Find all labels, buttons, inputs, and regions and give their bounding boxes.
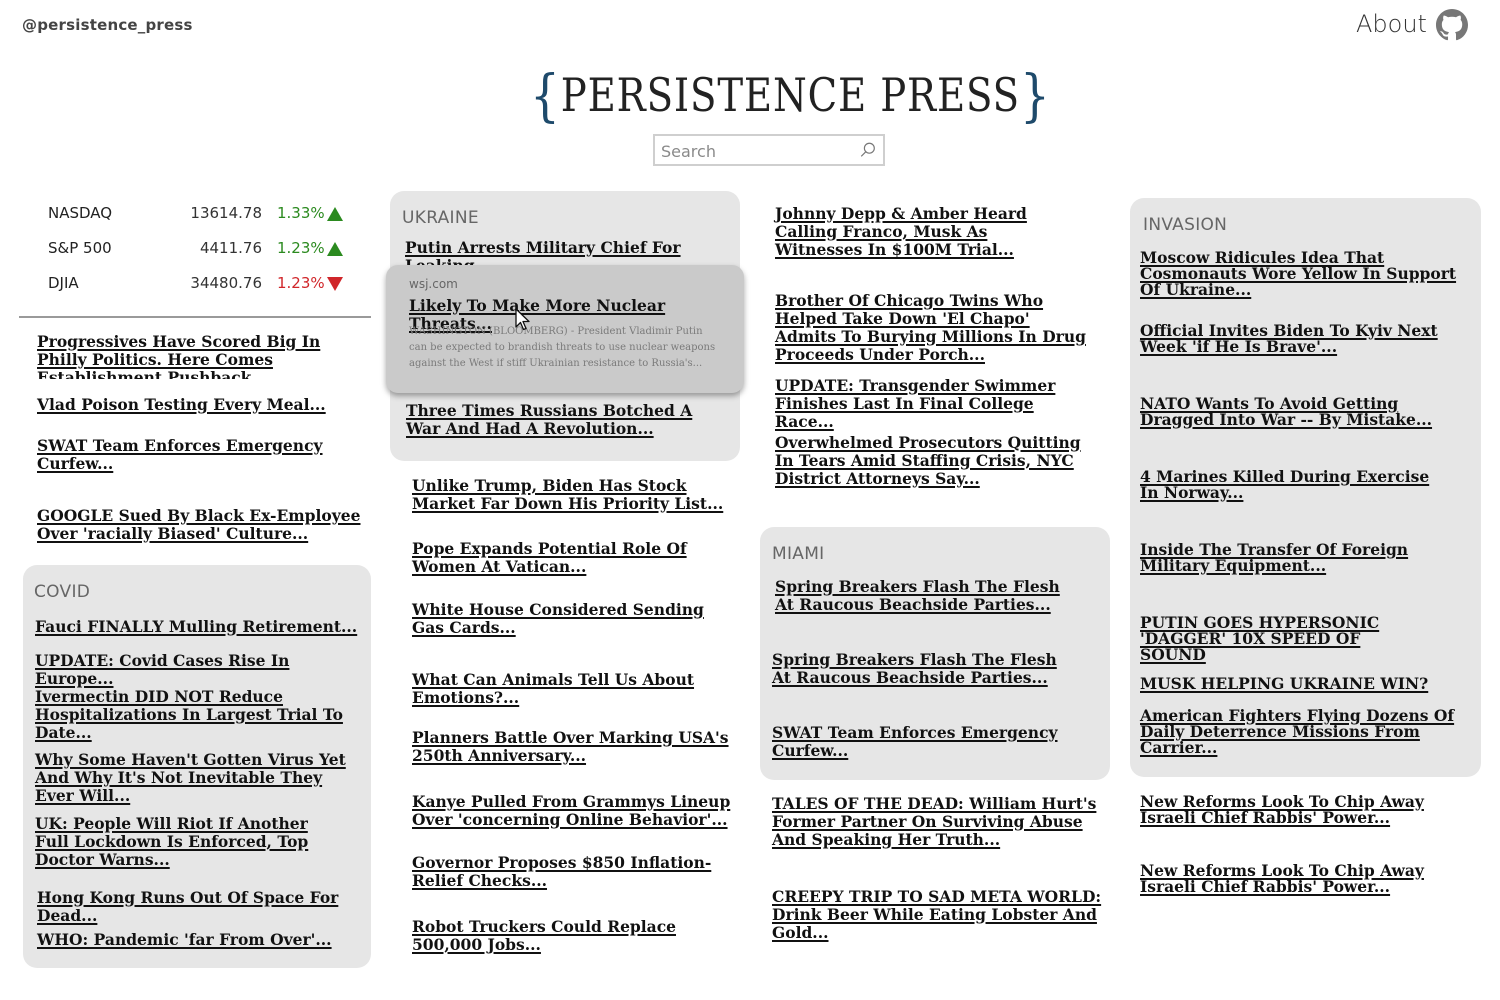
- headline-link[interactable]: SWAT Team Enforces Emergency Curfew...: [37, 437, 337, 473]
- section-title-miami: MIAMI: [772, 544, 825, 564]
- headline-preview-card[interactable]: wsj.com Likely To Make More Nuclear Thre…: [386, 265, 744, 393]
- section-title-invasion: INVASION: [1143, 215, 1228, 235]
- headline-link[interactable]: PUTIN GOES HYPERSONIC 'DAGGER' 10X SPEED…: [1140, 615, 1420, 663]
- ticker-name: NASDAQ: [48, 204, 113, 222]
- headline-link[interactable]: Planners Battle Over Marking USA's 250th…: [412, 729, 737, 765]
- headline-link[interactable]: Johnny Depp & Amber Heard Calling Franco…: [775, 205, 1075, 259]
- arrow-up-icon: [327, 207, 343, 221]
- headline-link[interactable]: Overwhelmed Prosecutors Quitting In Tear…: [775, 434, 1085, 488]
- site-logo[interactable]: {PERSISTENCE PRESS}: [530, 60, 1050, 129]
- ticker-sp500: S&P 500 4411.76 1.23%: [48, 237, 348, 261]
- headline-link[interactable]: Hong Kong Runs Out Of Space For Dead...: [37, 889, 367, 925]
- headline-link[interactable]: What Can Animals Tell Us About Emotions?…: [412, 671, 702, 707]
- ticker-name: DJIA: [48, 274, 79, 292]
- ticker-change: 1.23%: [277, 239, 325, 257]
- ticker-djia: DJIA 34480.76 1.23%: [48, 272, 348, 296]
- headline-link[interactable]: NATO Wants To Avoid Getting Dragged Into…: [1140, 396, 1450, 428]
- headline-link[interactable]: CREEPY TRIP TO SAD META WORLD: Drink Bee…: [772, 888, 1107, 942]
- about-link[interactable]: About: [1356, 10, 1427, 38]
- headline-link[interactable]: SWAT Team Enforces Emergency Curfew...: [772, 724, 1072, 760]
- section-title-covid: COVID: [34, 582, 91, 602]
- logo-brace-open: {: [530, 64, 561, 129]
- ticker-value: 4411.76: [199, 239, 262, 257]
- logo-brace-close: }: [1019, 64, 1051, 129]
- github-icon[interactable]: [1436, 9, 1468, 41]
- headline-link[interactable]: Fauci FINALLY Mulling Retirement...: [35, 618, 365, 636]
- ticker-change: 1.33%: [277, 204, 325, 222]
- headline-link[interactable]: UK: People Will Riot If Another Full Loc…: [35, 815, 335, 869]
- headline-link[interactable]: Why Some Haven't Gotten Virus Yet And Wh…: [35, 751, 365, 805]
- headline-link[interactable]: Vlad Poison Testing Every Meal...: [37, 396, 357, 414]
- logo-text: PERSISTENCE PRESS: [560, 68, 1020, 122]
- headline-link[interactable]: Governor Proposes $850 Inflation-Relief …: [412, 854, 732, 890]
- headline-link[interactable]: Inside The Transfer Of Foreign Military …: [1140, 542, 1450, 574]
- headline-link[interactable]: Spring Breakers Flash The Flesh At Rauco…: [772, 651, 1072, 687]
- headline-link[interactable]: Robot Truckers Could Replace 500,000 Job…: [412, 918, 712, 954]
- search-input[interactable]: [659, 137, 853, 165]
- headline-link[interactable]: Moscow Ridicules Idea That Cosmonauts Wo…: [1140, 250, 1475, 298]
- ticker-value: 13614.78: [190, 204, 262, 222]
- headline-link[interactable]: American Fighters Flying Dozens Of Daily…: [1140, 708, 1475, 756]
- preview-snippet: WASHINGTON (BLOOMBERG) - President Vladi…: [409, 326, 716, 369]
- headline-link[interactable]: Ivermectin DID NOT Reduce Hospitalizatio…: [35, 688, 365, 742]
- ticker-value: 34480.76: [190, 274, 262, 292]
- ticker-nasdaq: NASDAQ 13614.78 1.33%: [48, 202, 348, 226]
- headline-link[interactable]: WHO: Pandemic 'far From Over'...: [37, 931, 367, 949]
- mouse-cursor-icon: [515, 308, 530, 331]
- headline-link[interactable]: TALES OF THE DEAD: William Hurt's Former…: [772, 795, 1097, 849]
- headline-link[interactable]: MUSK HELPING UKRAINE WIN?: [1140, 676, 1470, 692]
- headline-link[interactable]: 4 Marines Killed During Exercise In Norw…: [1140, 469, 1440, 501]
- preview-source: wsj.com: [409, 277, 458, 291]
- arrow-up-icon: [327, 242, 343, 256]
- headline-link[interactable]: UPDATE: Transgender Swimmer Finishes Las…: [775, 377, 1095, 431]
- headline-link[interactable]: UPDATE: Covid Cases Rise In Europe...: [35, 652, 365, 688]
- search-icon[interactable]: [859, 141, 877, 159]
- headline-link[interactable]: GOOGLE Sued By Black Ex-Employee Over 'r…: [37, 507, 362, 543]
- ticker-change: 1.23%: [277, 274, 325, 292]
- headline-link[interactable]: Spring Breakers Flash The Flesh At Rauco…: [775, 578, 1075, 614]
- headline-link[interactable]: Three Times Russians Botched A War And H…: [406, 402, 731, 438]
- headline-link[interactable]: Brother Of Chicago Twins Who Helped Take…: [775, 292, 1090, 364]
- headline-link[interactable]: Pope Expands Potential Role Of Women At …: [412, 540, 732, 576]
- headline-link[interactable]: Official Invites Biden To Kyiv Next Week…: [1140, 323, 1470, 355]
- headline-link[interactable]: Kanye Pulled From Grammys Lineup Over 'c…: [412, 793, 737, 829]
- ticker-divider: [19, 316, 371, 318]
- section-title-ukraine: UKRAINE: [402, 208, 479, 228]
- headline-link[interactable]: New Reforms Look To Chip Away Israeli Ch…: [1140, 863, 1470, 895]
- headline-link[interactable]: Unlike Trump, Biden Has Stock Market Far…: [412, 477, 732, 513]
- headline-link[interactable]: White House Considered Sending Gas Cards…: [412, 601, 712, 637]
- search-box: [653, 134, 885, 166]
- twitter-handle[interactable]: @persistence_press: [22, 16, 193, 34]
- headline-link[interactable]: Progressives Have Scored Big In Philly P…: [37, 333, 357, 379]
- headline-link[interactable]: New Reforms Look To Chip Away Israeli Ch…: [1140, 794, 1470, 826]
- ticker-name: S&P 500: [48, 239, 112, 257]
- arrow-down-icon: [327, 277, 343, 291]
